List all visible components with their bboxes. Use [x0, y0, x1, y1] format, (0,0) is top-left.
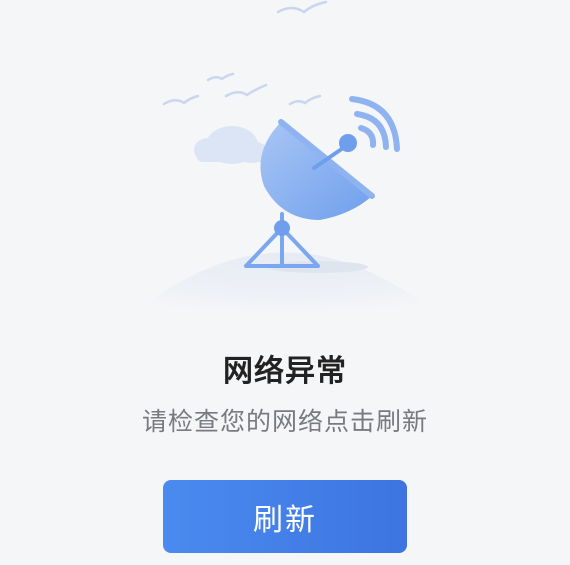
error-message: 请检查您的网络点击刷新	[141, 407, 428, 436]
network-error-page: 网络异常 请检查您的网络点击刷新 刷新	[0, 0, 570, 565]
cloud-icon	[194, 126, 268, 164]
refresh-button[interactable]: 刷新	[163, 480, 407, 553]
birds-icon	[162, 0, 328, 106]
satellite-dish-icon	[260, 119, 375, 220]
error-title: 网络异常	[223, 354, 347, 389]
signal-waves-icon	[349, 96, 400, 152]
network-error-illustration	[115, 0, 455, 330]
